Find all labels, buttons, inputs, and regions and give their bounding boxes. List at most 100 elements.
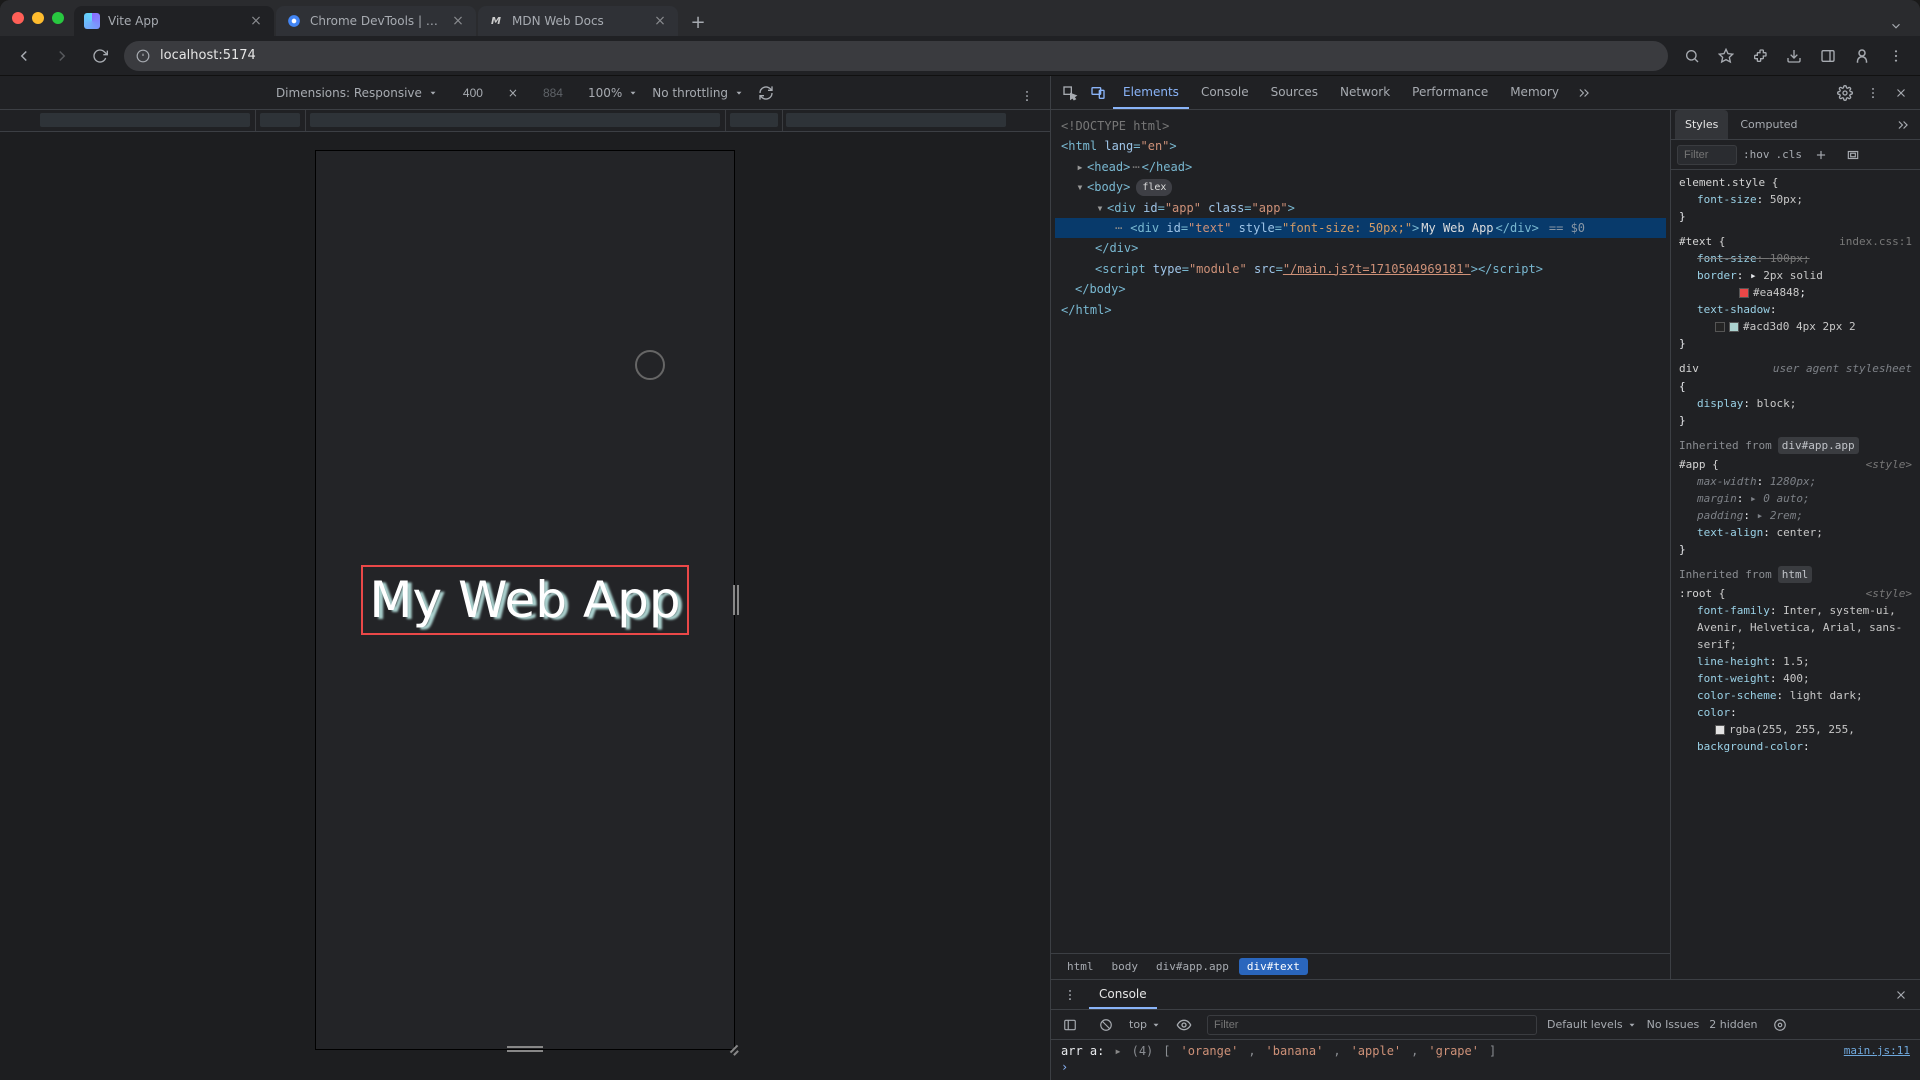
crumb-body[interactable]: body <box>1104 958 1147 975</box>
styles-rules[interactable]: element.style { font-size: 50px; } #text… <box>1671 170 1920 979</box>
breakpoint-ruler[interactable] <box>0 110 1050 132</box>
rotate-icon[interactable] <box>758 85 774 101</box>
close-drawer-icon[interactable] <box>1888 982 1914 1008</box>
main-area: Dimensions: Responsive × 100% No throttl… <box>0 76 1920 1080</box>
live-expression-icon[interactable] <box>1171 1012 1197 1038</box>
styles-tab-computed[interactable]: Computed <box>1730 110 1807 139</box>
downloads-icon[interactable] <box>1780 42 1808 70</box>
more-styles-tabs-icon[interactable] <box>1890 112 1916 138</box>
resize-handle-se[interactable] <box>727 1042 739 1054</box>
tab-title: MDN Web Docs <box>512 14 644 28</box>
crumb-html[interactable]: html <box>1059 958 1102 975</box>
menu-icon[interactable] <box>1882 42 1910 70</box>
device-frame[interactable]: My Web App <box>315 150 735 1050</box>
issues-label[interactable]: No Issues <box>1647 1018 1700 1031</box>
drawer-more-icon[interactable] <box>1057 982 1083 1008</box>
zoom-dropdown[interactable]: 100% <box>588 86 638 100</box>
close-devtools-icon[interactable] <box>1888 80 1914 106</box>
toggle-device-icon[interactable] <box>1085 80 1111 106</box>
dimensions-dropdown[interactable]: Dimensions: Responsive <box>276 86 438 100</box>
extensions-icon[interactable] <box>1746 42 1774 70</box>
clear-console-icon[interactable] <box>1093 1012 1119 1038</box>
selected-dom-node[interactable]: ⋯ <div id="text" style="font-size: 50px;… <box>1055 218 1666 238</box>
inspect-element-icon[interactable] <box>1057 80 1083 106</box>
hidden-label[interactable]: 2 hidden <box>1709 1018 1757 1031</box>
dom-column: <!DOCTYPE html> <html lang="en"> ▸<head>… <box>1051 110 1671 979</box>
drawer-tab-console[interactable]: Console <box>1089 980 1157 1009</box>
computed-layout-icon[interactable] <box>1840 142 1866 168</box>
browser-window: Vite App × Chrome DevTools | Chrome × M … <box>0 0 1920 1080</box>
devtools-tabbar: Elements Console Sources Network Perform… <box>1051 76 1920 110</box>
console-output[interactable]: arr a: ▸ (4) ['orange', 'banana', 'apple… <box>1051 1040 1920 1080</box>
styles-pane: Styles Computed :hov .cls <box>1671 110 1920 979</box>
log-source-link[interactable]: main.js:11 <box>1844 1044 1910 1057</box>
console-prompt[interactable]: › <box>1061 1058 1910 1076</box>
width-input[interactable] <box>452 82 494 104</box>
settings-icon[interactable] <box>1832 80 1858 106</box>
close-tab-icon[interactable]: × <box>450 13 466 29</box>
console-sidebar-icon[interactable] <box>1057 1012 1083 1038</box>
new-tab-button[interactable]: + <box>684 8 712 36</box>
log-label: arr a: <box>1061 1044 1104 1058</box>
styles-tools: :hov .cls <box>1671 140 1920 170</box>
more-tabs-icon[interactable] <box>1571 80 1597 106</box>
context-dropdown[interactable]: top <box>1129 1018 1161 1031</box>
console-settings-icon[interactable] <box>1767 1012 1793 1038</box>
elements-body: <!DOCTYPE html> <html lang="en"> ▸<head>… <box>1051 110 1920 979</box>
device-more-icon[interactable] <box>1014 83 1040 109</box>
touch-cursor-icon <box>635 350 665 380</box>
styles-tab-styles[interactable]: Styles <box>1675 110 1728 139</box>
console-log-line[interactable]: arr a: ▸ (4) ['orange', 'banana', 'apple… <box>1061 1044 1910 1058</box>
mdn-favicon: M <box>488 13 504 29</box>
forward-button[interactable] <box>48 42 76 70</box>
cls-toggle[interactable]: .cls <box>1776 148 1803 161</box>
tab-chrome-devtools[interactable]: Chrome DevTools | Chrome × <box>276 6 476 36</box>
tab-network[interactable]: Network <box>1330 76 1400 109</box>
devtools-more-icon[interactable] <box>1860 80 1886 106</box>
reload-button[interactable] <box>86 42 114 70</box>
browser-toolbar: localhost:5174 <box>0 36 1920 76</box>
tab-vite-app[interactable]: Vite App × <box>74 6 274 36</box>
new-style-rule-icon[interactable] <box>1808 142 1834 168</box>
zoom-icon[interactable] <box>1678 42 1706 70</box>
chevron-down-icon[interactable] <box>1886 16 1906 36</box>
tab-performance[interactable]: Performance <box>1402 76 1498 109</box>
dom-tree[interactable]: <!DOCTYPE html> <html lang="en"> ▸<head>… <box>1051 110 1670 953</box>
url-text: localhost:5174 <box>160 48 256 63</box>
window-controls <box>8 0 72 36</box>
tab-mdn[interactable]: M MDN Web Docs × <box>478 6 678 36</box>
vite-favicon <box>84 13 100 29</box>
resize-handle-south[interactable] <box>507 1046 543 1052</box>
device-stage: My Web App <box>0 132 1050 1080</box>
minimize-window-button[interactable] <box>32 12 44 24</box>
console-filter-input[interactable] <box>1207 1015 1537 1035</box>
tab-title: Vite App <box>108 14 240 28</box>
site-info-icon[interactable] <box>136 49 150 63</box>
bookmark-icon[interactable] <box>1712 42 1740 70</box>
throttling-dropdown[interactable]: No throttling <box>652 86 744 100</box>
levels-dropdown[interactable]: Default levels <box>1547 1018 1637 1031</box>
profile-icon[interactable] <box>1848 42 1876 70</box>
crumb-app[interactable]: div#app.app <box>1148 958 1237 975</box>
styles-filter-input[interactable] <box>1677 145 1737 165</box>
fullscreen-window-button[interactable] <box>52 12 64 24</box>
hov-toggle[interactable]: :hov <box>1743 148 1770 161</box>
address-bar[interactable]: localhost:5174 <box>124 41 1668 71</box>
close-tab-icon[interactable]: × <box>248 13 264 29</box>
tab-console[interactable]: Console <box>1191 76 1259 109</box>
tab-memory[interactable]: Memory <box>1500 76 1569 109</box>
tab-elements[interactable]: Elements <box>1113 76 1189 109</box>
device-toolbar: Dimensions: Responsive × 100% No throttl… <box>0 76 1050 110</box>
resize-handle-east[interactable] <box>733 585 739 615</box>
height-input[interactable] <box>532 82 574 104</box>
console-tools: top Default levels No Issues 2 hidden <box>1051 1010 1920 1040</box>
styles-tabs: Styles Computed <box>1671 110 1920 140</box>
back-button[interactable] <box>10 42 38 70</box>
toolbar-actions <box>1678 42 1910 70</box>
crumb-text[interactable]: div#text <box>1239 958 1308 975</box>
device-viewport-pane: Dimensions: Responsive × 100% No throttl… <box>0 76 1050 1080</box>
close-window-button[interactable] <box>12 12 24 24</box>
tab-sources[interactable]: Sources <box>1261 76 1328 109</box>
close-tab-icon[interactable]: × <box>652 13 668 29</box>
sidepanel-icon[interactable] <box>1814 42 1842 70</box>
